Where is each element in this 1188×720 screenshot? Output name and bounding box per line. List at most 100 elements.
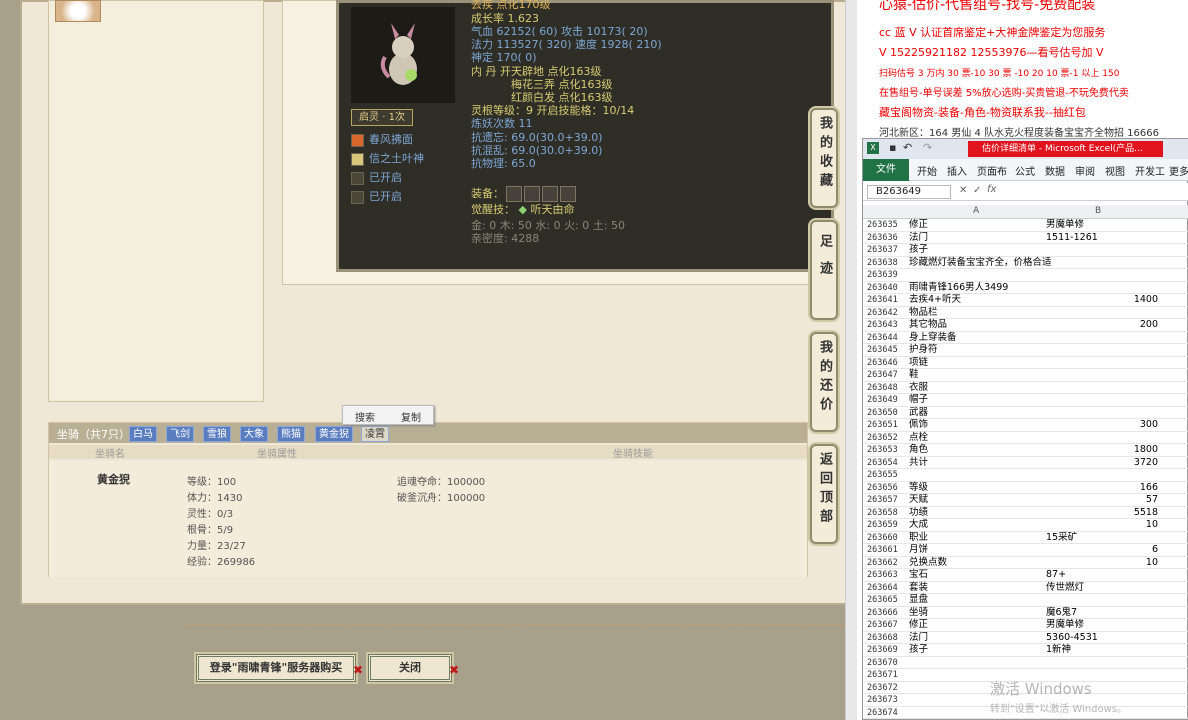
close-button[interactable]: 关闭 ✖ xyxy=(368,654,459,682)
redo-icon[interactable]: ↷ xyxy=(923,141,932,154)
row-number[interactable]: 263670 xyxy=(867,657,907,670)
ribbon-tab[interactable]: 公式 xyxy=(1015,163,1035,178)
row-number[interactable]: 263644 xyxy=(867,332,907,345)
cell-a[interactable]: 修正 xyxy=(909,219,1044,232)
ribbon-tab[interactable]: 插入 xyxy=(947,163,967,178)
row-number[interactable]: 263654 xyxy=(867,457,907,470)
cell-a[interactable]: 功绩 xyxy=(909,507,1044,520)
cell-a[interactable]: 孩子 xyxy=(909,644,1044,657)
table-row[interactable]: 263644 身上穿装备 xyxy=(863,332,1188,345)
back-to-top-button[interactable]: 返回顶部 xyxy=(810,444,838,544)
cell-a[interactable]: 点栓 xyxy=(909,432,1044,445)
row-number[interactable]: 263643 xyxy=(867,319,907,332)
row-number[interactable]: 263653 xyxy=(867,444,907,457)
cell-b[interactable]: 6 xyxy=(1046,544,1158,557)
cell-a[interactable]: 天赋 xyxy=(909,494,1044,507)
cell-b[interactable]: 15采矿 xyxy=(1046,532,1158,545)
table-row[interactable]: 263653 角色 1800 xyxy=(863,444,1188,457)
cell-b[interactable]: 1511-1261 xyxy=(1046,232,1158,245)
cell-b[interactable]: 3720 xyxy=(1046,457,1158,470)
row-number[interactable]: 263648 xyxy=(867,382,907,395)
table-row[interactable]: 263647 鞋 xyxy=(863,369,1188,382)
row-number[interactable]: 263674 xyxy=(867,707,907,720)
name-box[interactable]: B263649 xyxy=(867,185,951,199)
table-row[interactable]: 263648 衣服 xyxy=(863,382,1188,395)
cell-a[interactable]: 职业 xyxy=(909,532,1044,545)
table-row[interactable]: 263637 孩子 xyxy=(863,244,1188,257)
ribbon-tab[interactable]: 开始 xyxy=(917,163,937,178)
col-header-b[interactable]: B xyxy=(1095,206,1101,216)
row-number[interactable]: 263642 xyxy=(867,307,907,320)
table-row[interactable]: 263645 护身符 xyxy=(863,344,1188,357)
cell-a[interactable]: 帽子 xyxy=(909,394,1044,407)
equip-slot-icon[interactable] xyxy=(506,186,522,202)
ribbon-tab[interactable]: 数据 xyxy=(1045,163,1065,178)
table-row[interactable]: 263657 天赋 57 xyxy=(863,494,1188,507)
context-copy[interactable]: 复制 xyxy=(401,409,421,424)
cell-a[interactable]: 兑换点数 xyxy=(909,557,1044,570)
undo-icon[interactable]: ↶ xyxy=(903,141,912,154)
table-row[interactable]: 263665 显盘 xyxy=(863,594,1188,607)
row-number[interactable]: 263657 xyxy=(867,494,907,507)
cell-b[interactable]: 1800 xyxy=(1046,444,1158,457)
cell-b[interactable]: 200 xyxy=(1046,319,1158,332)
cell-b[interactable]: 5518 xyxy=(1046,507,1158,520)
row-number[interactable]: 263649 xyxy=(867,394,907,407)
spreadsheet-grid[interactable]: 263635 修正 男魔单修 263636 法门 1511-1261 263637 孩子 263… xyxy=(863,219,1188,720)
table-row[interactable]: 263635 修正 男魔单修 xyxy=(863,219,1188,232)
row-number[interactable]: 263663 xyxy=(867,569,907,582)
cell-a[interactable]: 其它物品 xyxy=(909,319,1044,332)
cell-b[interactable]: 300 xyxy=(1046,419,1158,432)
cell-a[interactable]: 共计 xyxy=(909,457,1044,470)
cell-b[interactable]: 男魔单修 xyxy=(1046,219,1158,232)
table-row[interactable]: 263658 功绩 5518 xyxy=(863,507,1188,520)
cell-a[interactable]: 修正 xyxy=(909,619,1044,632)
row-number[interactable]: 263668 xyxy=(867,632,907,645)
cell-a[interactable]: 佩饰 xyxy=(909,419,1044,432)
context-search[interactable]: 搜索 xyxy=(355,409,375,424)
cell-a[interactable]: 显盘 xyxy=(909,594,1044,607)
ribbon-tab[interactable]: 页面布 xyxy=(977,163,1007,178)
table-row[interactable]: 263668 法门 5360-4531 xyxy=(863,632,1188,645)
cell-a[interactable]: 法门 xyxy=(909,632,1044,645)
cell-a[interactable]: 月饼 xyxy=(909,544,1044,557)
table-row[interactable]: 263639 xyxy=(863,269,1188,282)
footprint-button[interactable]: 足迹 xyxy=(810,220,838,320)
equip-slot-icon[interactable] xyxy=(542,186,558,202)
table-row[interactable]: 263655 xyxy=(863,469,1188,482)
mount-tab[interactable]: 飞剑 xyxy=(166,426,194,442)
table-row[interactable]: 263640 雨啸青锋166男人3499 xyxy=(863,282,1188,295)
table-row[interactable]: 263659 大成 10 xyxy=(863,519,1188,532)
equip-slot-icon[interactable] xyxy=(524,186,540,202)
cell-a[interactable]: 身上穿装备 xyxy=(909,332,1044,345)
ribbon-tab-file[interactable]: 文件 xyxy=(863,159,909,181)
cell-a[interactable]: 孩子 xyxy=(909,244,1044,257)
table-row[interactable]: 263662 兑换点数 10 xyxy=(863,557,1188,570)
cell-b[interactable]: 87+ xyxy=(1046,569,1158,582)
mount-tab-selected[interactable]: 黄金猊 xyxy=(315,426,353,442)
cell-a[interactable]: 武器 xyxy=(909,407,1044,420)
mount-tab[interactable]: 熊猫 xyxy=(277,426,305,442)
cell-a[interactable]: 坐骑 xyxy=(909,607,1044,620)
cell-b[interactable]: 10 xyxy=(1046,557,1158,570)
mount-tab[interactable]: 大象 xyxy=(240,426,268,442)
cell-a[interactable]: 雨啸青锋166男人3499 xyxy=(909,282,1044,295)
row-number[interactable]: 263671 xyxy=(867,669,907,682)
table-row[interactable]: 263641 去疾4+听天 1400 xyxy=(863,294,1188,307)
table-row[interactable]: 263670 xyxy=(863,657,1188,670)
table-row[interactable]: 263650 武器 xyxy=(863,407,1188,420)
cell-b[interactable]: 166 xyxy=(1046,482,1158,495)
table-row[interactable]: 263660 职业 15采矿 xyxy=(863,532,1188,545)
cell-b[interactable]: 传世燃灯 xyxy=(1046,582,1158,595)
function-icon[interactable]: fx xyxy=(987,184,996,195)
table-row[interactable]: 263669 孩子 1新神 xyxy=(863,644,1188,657)
ribbon-tab[interactable]: 审阅 xyxy=(1075,163,1095,178)
row-number[interactable]: 263659 xyxy=(867,519,907,532)
row-number[interactable]: 263638 xyxy=(867,257,907,270)
login-buy-button[interactable]: 登录"雨啸青锋"服务器购买 ✖ xyxy=(196,654,363,682)
row-number[interactable]: 263669 xyxy=(867,644,907,657)
pet-skill[interactable]: 已开启 xyxy=(351,169,402,187)
table-row[interactable]: 263638 珍藏燃灯装备宝宝齐全，价格合适 xyxy=(863,257,1188,270)
cell-a[interactable]: 角色 xyxy=(909,444,1044,457)
table-row[interactable]: 263642 物品栏 xyxy=(863,307,1188,320)
